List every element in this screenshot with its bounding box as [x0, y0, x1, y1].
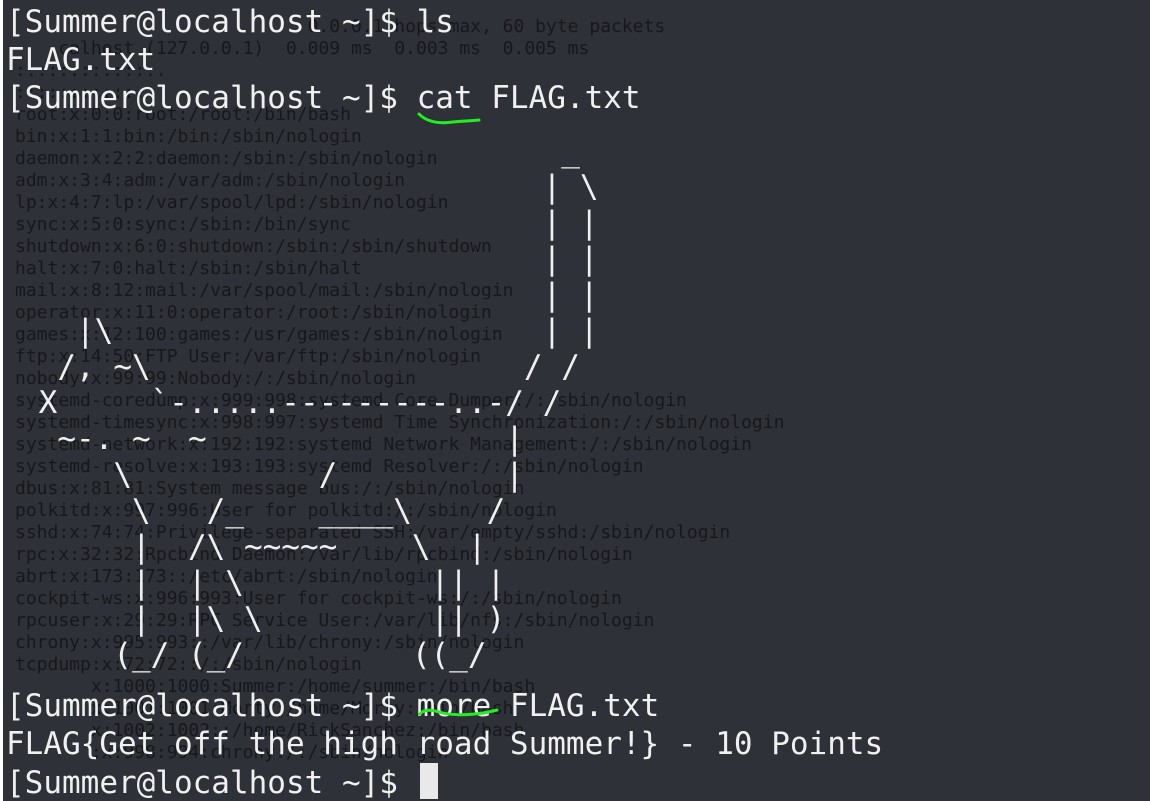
ascii-art-line: | |\ \ || ): [20, 601, 506, 637]
text-cursor[interactable]: [419, 763, 438, 799]
underline-annotation-more: [418, 708, 499, 717]
output-text: FLAG.txt: [6, 42, 156, 78]
prompt: [Summer@localhost ~]$: [6, 80, 417, 116]
ascii-art-line: \ / |: [20, 457, 524, 493]
ascii-art-line: | |: [20, 205, 599, 241]
ascii-art-line: | |: [20, 277, 599, 313]
ascii-art-line: /, ~\ / /: [20, 349, 580, 385]
flag-text: FLAG{Get off the high road Summer!} - 10…: [6, 726, 884, 762]
prompt-line-more: [Summer@localhost ~]$ more FLAG.txt: [6, 687, 659, 725]
underline-annotation-cat: [417, 112, 481, 125]
ascii-art-line: | \: [20, 169, 599, 205]
ascii-art-line: (_/ (_/ ((_/: [20, 637, 487, 673]
terminal-window[interactable]: 0.0.0.1 hops max, 60 byte packets calhos…: [3, 0, 1150, 801]
prompt: [Summer@localhost ~]$: [6, 688, 417, 724]
ascii-art-line: | |: [20, 241, 599, 277]
flag-output-line: FLAG{Get off the high road Summer!} - 10…: [6, 725, 883, 763]
active-prompt-line[interactable]: [Summer@localhost ~]$: [6, 763, 438, 801]
output-line-ls: FLAG.txt: [6, 41, 155, 79]
prompt: [Summer@localhost ~]$: [6, 765, 417, 801]
ascii-art-line: _: [20, 133, 580, 169]
ascii-art-line: | /\ ~~~~~ \ |: [20, 529, 487, 565]
prompt-line-ls: [Summer@localhost ~]$ ls: [6, 3, 454, 41]
prompt-line-cat: [Summer@localhost ~]$ cat FLAG.txt: [6, 79, 641, 117]
ascii-art-line: |\ | |: [20, 313, 599, 349]
ascii-art-line: X `-.....---------..-/ /: [20, 385, 562, 421]
ascii-art-line: \ /_ ____\ /: [20, 493, 506, 529]
ascii-art-line: ~-. ~ ~ |: [20, 421, 524, 457]
prompt: [Summer@localhost ~]$: [6, 4, 417, 40]
command-text: ls: [416, 4, 454, 40]
ascii-art-line: | | \ || |: [20, 565, 506, 601]
